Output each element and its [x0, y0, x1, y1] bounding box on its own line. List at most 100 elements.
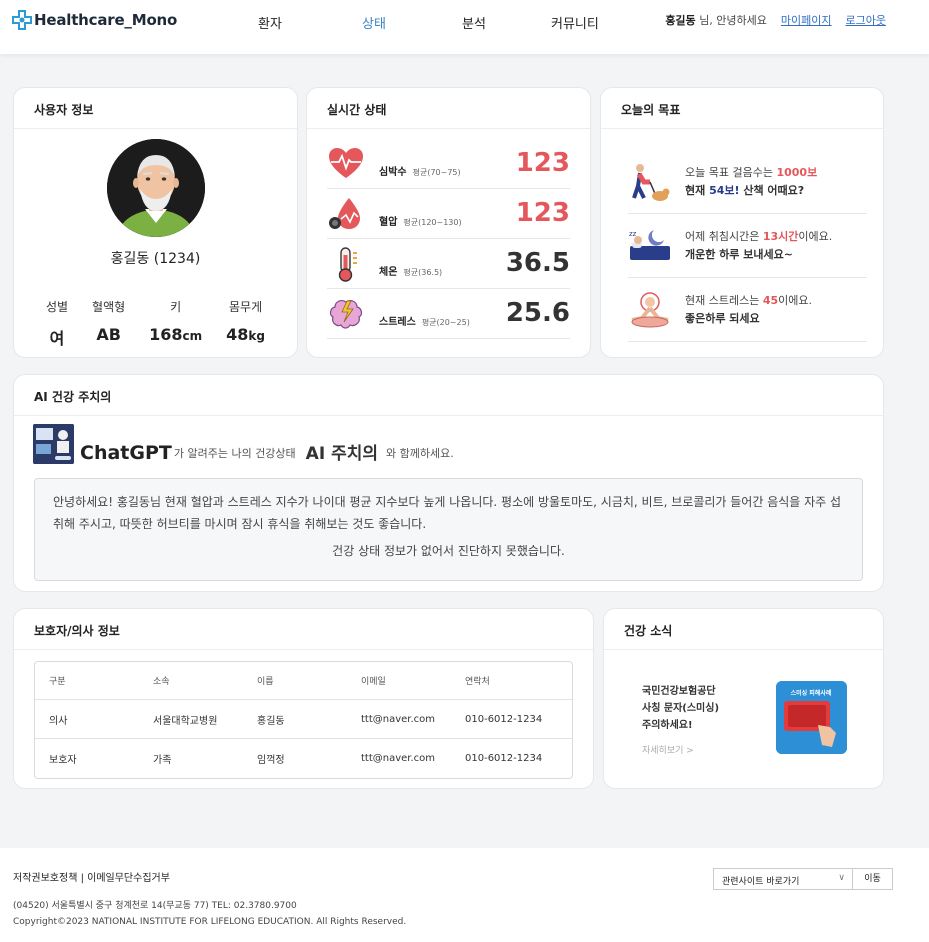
goal-highlight: 13시간 — [762, 230, 799, 243]
row-name: 심박수 — [379, 167, 407, 178]
logout-link[interactable]: 로그아웃 — [846, 12, 886, 28]
ai-doctor-label: AI 주치의 — [305, 444, 378, 464]
row-average: 평균(20~25) — [421, 318, 470, 327]
smishing-phone-illustration: 스미싱 피해사례 — [776, 681, 847, 754]
column-header: 이름 — [257, 677, 274, 687]
stat-label: 몸무게 — [229, 300, 263, 314]
card-title: 보호자/의사 정보 — [14, 609, 593, 650]
today-goals-card: 오늘의 목표 오늘 목표 걸음수는 1000보 현재 54보! 산책 어때요? … — [600, 87, 884, 358]
footer-links[interactable]: 저작권보호정책 | 이메일무단수집거부 — [13, 869, 170, 884]
goal-highlight: 54보! — [709, 184, 740, 197]
row-label: 스트레스 평균(20~25) — [379, 313, 470, 328]
nav-analysis[interactable]: 분석 — [462, 13, 486, 32]
select-value: 관련사이트 바로가기 — [722, 877, 800, 887]
goal-text: 오늘 목표 걸음수는 1000보 현재 54보! 산책 어때요? — [685, 164, 817, 200]
stat-value-number: 48 — [226, 325, 249, 344]
goal-stress: 현재 스트레스는 45이에요. 좋은하루 되세요 — [628, 278, 867, 342]
avatar-illustration — [107, 139, 205, 237]
nav-status[interactable]: 상태 — [362, 13, 386, 32]
nav-patient[interactable]: 환자 — [258, 13, 282, 32]
realtime-row-temperature: 체온 평균(36.5) 36.5 — [327, 239, 570, 289]
ai-outro-text: 와 함께하세요. — [386, 447, 454, 460]
goal-line-1: 현재 스트레스는 45이에요. — [685, 292, 812, 310]
goal-text-part: 이에요. — [778, 294, 813, 307]
go-button[interactable]: 이동 — [852, 868, 893, 890]
news-more-link[interactable]: 자세히보기 > — [642, 743, 694, 756]
cell-name: 홍길동 — [257, 715, 285, 727]
goal-line-1: 어제 취침시간은 13시간이에요. — [685, 228, 832, 246]
goal-text-part: 이에요. — [798, 230, 833, 243]
goal-line-2: 현재 54보! 산책 어때요? — [685, 182, 817, 200]
ai-message-box: 안녕하세요! 홍길동님 현재 혈압과 스트레스 지수가 나이대 평균 지수보다 … — [34, 478, 863, 581]
news-image-caption: 스미싱 피해사례 — [791, 689, 832, 697]
ai-notice: 건강 상태 정보가 없어서 진단하지 못했습니다. — [332, 544, 565, 558]
nav-community[interactable]: 커뮤니티 — [551, 13, 599, 32]
stat-value-number: 168 — [149, 325, 183, 344]
table-row: 보호자 가족 임꺽정 ttt@naver.com 010-6012-1234 — [35, 739, 572, 778]
cell-email: ttt@naver.com — [361, 753, 436, 764]
realtime-status-card: 실시간 상태 심박수 평균(70~75) 123 혈압 평균(120~130) 12… — [306, 87, 591, 358]
goal-line-1: 오늘 목표 걸음수는 1000보 — [685, 164, 817, 182]
row-name: 혈압 — [379, 217, 398, 228]
cell-affiliation: 가족 — [153, 755, 172, 766]
cell-email: ttt@naver.com — [361, 713, 436, 725]
goal-text-part: 오늘 목표 걸음수는 — [685, 166, 777, 179]
column-header: 연락처 — [465, 677, 490, 687]
footer-copyright: Copyright©2023 NATIONAL INSTITUTE FOR LI… — [13, 917, 407, 927]
card-title: 실시간 상태 — [307, 88, 590, 129]
ai-message: 안녕하세요! 홍길동님 현재 혈압과 스트레스 지수가 나이대 평균 지수보다 … — [53, 495, 842, 531]
brand-name: Healthcare_Mono — [34, 11, 178, 29]
mypage-link[interactable]: 마이페이지 — [781, 12, 832, 28]
news-line: 국민건강보험공단 — [642, 686, 716, 697]
column-header: 이메일 — [361, 677, 386, 687]
user-name: 홍길동 (1234) — [110, 251, 201, 267]
page-footer: 저작권보호정책 | 이메일무단수집거부 (04520) 서울특별시 중구 청계천… — [0, 848, 929, 942]
row-value: 123 — [515, 198, 570, 228]
heart-icon — [329, 148, 363, 178]
row-value: 123 — [515, 148, 570, 178]
brand-logo[interactable]: Healthcare_Mono — [12, 10, 177, 30]
stat-value-number: 여 — [49, 329, 65, 348]
news-headline[interactable]: 국민건강보험공단 사칭 문자(스미싱) 주의하세요! — [642, 683, 719, 734]
cell-type: 보호자 — [49, 755, 77, 766]
news-line: 사칭 문자(스미싱) — [642, 703, 720, 714]
stat-value: 48kg — [226, 325, 265, 344]
row-average: 평균(120~130) — [403, 218, 462, 227]
row-value: 36.5 — [505, 248, 570, 278]
guardian-doctor-card: 보호자/의사 정보 구분 소속 이름 이메일 연락처 의사 서울대학교병원 홍길… — [13, 608, 594, 789]
row-name: 체온 — [379, 267, 398, 278]
goal-highlight: 1000보 — [776, 166, 818, 179]
goal-text-part: 현재 — [685, 184, 710, 197]
cell-name: 임꺽정 — [257, 755, 285, 766]
goal-text: 현재 스트레스는 45이에요. 좋은하루 되세요 — [685, 292, 812, 328]
row-value: 25.6 — [505, 298, 570, 328]
walking-icon — [632, 164, 670, 201]
stat-label: 성별 — [45, 300, 69, 314]
chatgpt-label: ChatGPT — [80, 442, 172, 464]
goal-steps: 오늘 목표 걸음수는 1000보 현재 54보! 산책 어때요? — [628, 150, 867, 214]
user-area: 홍길동 님, 안녕하세요 마이페이지 로그아웃 — [665, 12, 886, 28]
related-sites-select[interactable]: 관련사이트 바로가기 ∨ — [713, 868, 853, 890]
row-average: 평균(70~75) — [412, 168, 461, 177]
ai-doctor-card: AI 건강 주치의 ChatGPT 가 알려주는 나의 건강상태 AI 주치의 … — [13, 374, 884, 592]
ai-intro-text: 가 알려주는 나의 건강상태 — [173, 447, 296, 460]
news-thumbnail[interactable]: 스미싱 피해사례 — [776, 681, 847, 754]
row-label: 심박수 평균(70~75) — [379, 163, 461, 178]
chevron-down-icon: ∨ — [838, 873, 845, 883]
goal-text-part: 현재 스트레스는 — [685, 294, 763, 307]
stat-value: 168cm — [149, 325, 202, 344]
user-stats: 성별 여 혈액형 AB 키 168cm 몸무게 48kg — [34, 298, 277, 349]
contacts-table: 구분 소속 이름 이메일 연락처 의사 서울대학교병원 홍길동 ttt@nave… — [34, 661, 573, 779]
realtime-row-heart-rate: 심박수 평균(70~75) 123 — [327, 139, 570, 189]
realtime-row-blood-pressure: 혈압 평균(120~130) 123 — [327, 189, 570, 239]
column-header: 구분 — [49, 677, 66, 687]
stat-value: 여 — [46, 325, 68, 349]
card-title: 오늘의 목표 — [601, 88, 883, 129]
goal-line-2: 좋은하루 되세요 — [685, 312, 760, 325]
goal-text-part: 산책 어때요? — [739, 184, 805, 197]
column-header: 소속 — [153, 677, 170, 687]
user-greeting: 홍길동 님, 안녕하세요 — [665, 12, 767, 28]
ai-headline: ChatGPT 가 알려주는 나의 건강상태 AI 주치의 와 함께하세요. — [33, 424, 454, 464]
thermometer-icon — [338, 247, 357, 282]
row-average: 평균(36.5) — [403, 268, 443, 277]
